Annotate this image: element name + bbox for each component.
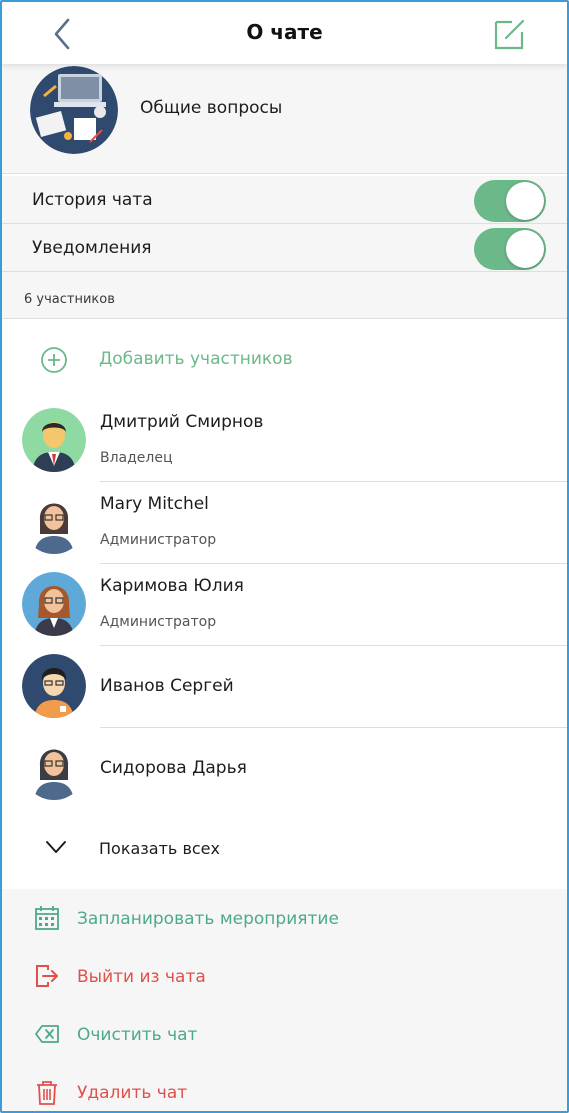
trash-icon bbox=[37, 1081, 57, 1105]
chat-info: Общие вопросы bbox=[2, 64, 567, 174]
member-role: Владелец bbox=[100, 450, 173, 466]
avatar bbox=[22, 490, 86, 554]
woman-avatar-icon bbox=[22, 572, 86, 636]
avatar bbox=[22, 572, 86, 636]
calendar-icon bbox=[35, 906, 59, 930]
plus-circle-icon bbox=[41, 347, 67, 373]
member-role: Администратор bbox=[100, 614, 217, 630]
participants-section-header: 6 участников bbox=[2, 272, 567, 319]
chat-history-row: История чата bbox=[2, 176, 567, 224]
chevron-down-icon bbox=[46, 841, 66, 853]
logout-icon bbox=[36, 965, 58, 987]
delete-chat-button[interactable]: Удалить чат bbox=[2, 1063, 567, 1111]
schedule-event-label: Запланировать мероприятие bbox=[77, 909, 339, 929]
page-title: О чате bbox=[246, 20, 323, 44]
chat-avatar[interactable] bbox=[30, 66, 118, 154]
participants-count: 6 участников bbox=[24, 292, 115, 307]
add-participants-button[interactable]: Добавить участников bbox=[2, 320, 567, 400]
chat-history-label: История чата bbox=[32, 190, 153, 210]
workspace-illustration-icon bbox=[30, 66, 118, 154]
leave-chat-label: Выйти из чата bbox=[77, 967, 206, 987]
man-in-suit-avatar-icon bbox=[22, 408, 86, 472]
notifications-toggle[interactable] bbox=[474, 228, 546, 270]
woman-glasses-avatar-icon bbox=[22, 736, 86, 800]
member-row[interactable]: Иванов Сергей bbox=[2, 646, 567, 728]
backspace-icon bbox=[35, 1025, 59, 1043]
leave-chat-button[interactable]: Выйти из чата bbox=[2, 947, 567, 1005]
edit-button[interactable] bbox=[492, 16, 528, 52]
top-bar: О чате bbox=[2, 2, 567, 64]
clear-chat-label: Очистить чат bbox=[77, 1025, 198, 1045]
add-participants-label: Добавить участников bbox=[99, 349, 293, 369]
avatar bbox=[22, 408, 86, 472]
avatar bbox=[22, 736, 86, 800]
member-row[interactable]: Дмитрий Смирнов Владелец bbox=[2, 400, 567, 482]
man-avatar-icon bbox=[22, 654, 86, 718]
app-frame: О чате Общие вопросы История чата Уведом… bbox=[0, 0, 569, 1113]
woman-glasses-avatar-icon bbox=[22, 490, 86, 554]
member-name: Сидорова Дарья bbox=[100, 758, 247, 778]
notifications-label: Уведомления bbox=[32, 238, 152, 258]
member-row[interactable]: Сидорова Дарья bbox=[2, 728, 567, 810]
member-name: Иванов Сергей bbox=[100, 676, 234, 696]
notifications-row: Уведомления bbox=[2, 224, 567, 272]
actions-section: Запланировать мероприятие Выйти из чата … bbox=[2, 889, 567, 1111]
avatar bbox=[22, 654, 86, 718]
toggle-knob bbox=[506, 230, 544, 268]
member-row[interactable]: Каримова Юлия Администратор bbox=[2, 564, 567, 646]
edit-icon bbox=[494, 19, 525, 50]
member-name: Mary Mitchel bbox=[100, 494, 209, 514]
chat-history-toggle[interactable] bbox=[474, 180, 546, 222]
toggle-knob bbox=[506, 182, 544, 220]
member-role: Администратор bbox=[100, 532, 217, 548]
clear-chat-button[interactable]: Очистить чат bbox=[2, 1005, 567, 1063]
member-name: Дмитрий Смирнов bbox=[100, 412, 264, 432]
member-row[interactable]: Mary Mitchel Администратор bbox=[2, 482, 567, 564]
schedule-event-button[interactable]: Запланировать мероприятие bbox=[2, 889, 567, 947]
show-all-label: Показать всех bbox=[99, 839, 220, 858]
delete-chat-label: Удалить чат bbox=[77, 1083, 188, 1103]
chat-name: Общие вопросы bbox=[140, 98, 283, 118]
show-all-button[interactable]: Показать всех bbox=[2, 809, 567, 889]
member-name: Каримова Юлия bbox=[100, 576, 244, 596]
